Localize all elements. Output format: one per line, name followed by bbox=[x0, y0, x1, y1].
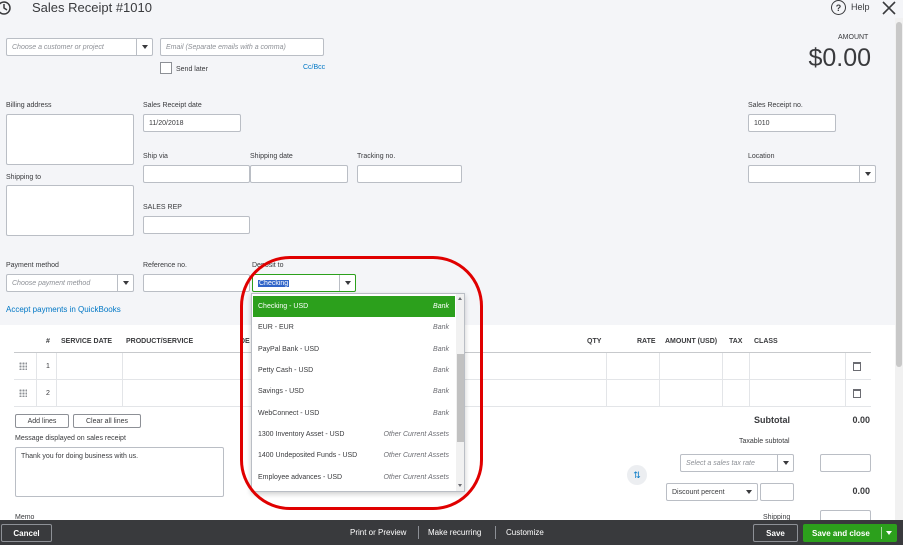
column-divider bbox=[722, 353, 723, 407]
reference-no-label: Reference no. bbox=[143, 262, 187, 269]
chevron-down-icon bbox=[136, 39, 152, 55]
location-select[interactable] bbox=[748, 165, 876, 183]
discount-type-select[interactable]: Discount percent bbox=[666, 483, 758, 501]
tax-rate-select[interactable]: Select a sales tax rate bbox=[680, 454, 794, 472]
taxable-subtotal-label: Taxable subtotal bbox=[739, 438, 790, 445]
accept-payments-link[interactable]: Accept payments in QuickBooks bbox=[6, 305, 121, 314]
receipt-no-label: Sales Receipt no. bbox=[748, 102, 803, 109]
col-tax: TAX bbox=[729, 338, 743, 345]
help-label[interactable]: Help bbox=[851, 2, 870, 12]
help-icon[interactable]: ? bbox=[831, 0, 846, 15]
shipping-date-input[interactable] bbox=[250, 165, 348, 183]
col-qty: QTY bbox=[587, 338, 602, 345]
customer-select[interactable]: Choose a customer or project bbox=[6, 38, 153, 56]
amount-label: AMOUNT bbox=[838, 34, 869, 41]
payment-method-label: Payment method bbox=[6, 262, 59, 269]
column-divider bbox=[122, 353, 123, 407]
col-rate: RATE bbox=[637, 338, 656, 345]
ship-via-label: Ship via bbox=[143, 153, 168, 160]
page-title: Sales Receipt #1010 bbox=[32, 0, 152, 15]
send-later-checkbox[interactable] bbox=[160, 62, 172, 74]
footer-divider bbox=[418, 526, 419, 539]
close-icon[interactable] bbox=[881, 0, 897, 16]
trash-icon[interactable] bbox=[853, 362, 861, 371]
add-lines-button[interactable]: Add lines bbox=[15, 414, 69, 428]
shipping-date-label: Shipping date bbox=[250, 153, 293, 160]
column-divider bbox=[845, 353, 846, 407]
col-product: PRODUCT/SERVICE bbox=[126, 338, 194, 345]
billing-address-label: Billing address bbox=[6, 102, 52, 109]
col-service-date: SERVICE DATE bbox=[61, 338, 113, 345]
col-class: CLASS bbox=[754, 338, 778, 345]
message-field[interactable]: Thank you for doing business with us. bbox=[15, 447, 224, 497]
clear-lines-button[interactable]: Clear all lines bbox=[73, 414, 141, 428]
message-label: Message displayed on sales receipt bbox=[15, 435, 126, 442]
column-divider bbox=[36, 353, 37, 407]
drag-handle-icon[interactable] bbox=[19, 389, 27, 397]
row-number: 2 bbox=[46, 390, 50, 397]
customize-link[interactable]: Customize bbox=[506, 520, 544, 545]
subtotal-value: 0.00 bbox=[852, 415, 870, 425]
footer-divider bbox=[495, 526, 496, 539]
location-label: Location bbox=[748, 153, 775, 160]
receipt-date-input[interactable]: 11/20/2018 bbox=[143, 114, 241, 132]
tax-amount-input[interactable] bbox=[820, 454, 871, 472]
column-divider bbox=[749, 353, 750, 407]
save-options-divider bbox=[881, 527, 882, 539]
save-and-close-button[interactable]: Save and close bbox=[803, 524, 897, 542]
cancel-button[interactable]: Cancel bbox=[1, 524, 52, 542]
highlight-circle bbox=[240, 256, 483, 510]
save-button[interactable]: Save bbox=[753, 524, 798, 542]
print-preview-link[interactable]: Print or Preview bbox=[350, 520, 406, 545]
page-scrollbar[interactable] bbox=[895, 18, 903, 520]
column-divider bbox=[659, 353, 660, 407]
shipping-to-field[interactable] bbox=[6, 185, 134, 236]
tracking-no-label: Tracking no. bbox=[357, 153, 396, 160]
chevron-down-icon bbox=[859, 166, 875, 182]
reference-no-input[interactable] bbox=[143, 274, 250, 292]
history-icon[interactable] bbox=[0, 0, 12, 16]
sales-rep-input[interactable] bbox=[143, 216, 250, 234]
shipping-to-label: Shipping to bbox=[6, 174, 42, 181]
trash-icon[interactable] bbox=[853, 389, 861, 398]
make-recurring-link[interactable]: Make recurring bbox=[428, 520, 481, 545]
chevron-down-icon bbox=[117, 275, 133, 291]
send-later-label: Send later bbox=[176, 66, 208, 73]
receipt-no-input[interactable]: 1010 bbox=[748, 114, 836, 132]
col-num: # bbox=[46, 338, 50, 345]
chevron-down-icon[interactable] bbox=[886, 531, 892, 535]
cc-bcc-link[interactable]: Cc/Bcc bbox=[303, 64, 325, 71]
swap-icon[interactable]: ⇅ bbox=[627, 465, 647, 485]
drag-handle-icon[interactable] bbox=[19, 362, 27, 370]
discount-input[interactable] bbox=[760, 483, 794, 501]
chevron-down-icon bbox=[777, 455, 793, 471]
billing-address-field[interactable] bbox=[6, 114, 134, 165]
payment-method-select[interactable]: Choose payment method bbox=[6, 274, 134, 292]
row-number: 1 bbox=[46, 363, 50, 370]
tracking-no-input[interactable] bbox=[357, 165, 462, 183]
discount-value: 0.00 bbox=[852, 486, 870, 496]
email-field[interactable]: Email (Separate emails with a comma) bbox=[160, 38, 324, 56]
chevron-down-icon bbox=[741, 484, 757, 500]
subtotal-label: Subtotal bbox=[754, 415, 790, 425]
column-divider bbox=[56, 353, 57, 407]
amount-value: $0.00 bbox=[808, 44, 871, 72]
ship-via-input[interactable] bbox=[143, 165, 250, 183]
sales-rep-label: SALES REP bbox=[143, 204, 182, 211]
column-divider bbox=[606, 353, 607, 407]
receipt-date-label: Sales Receipt date bbox=[143, 102, 202, 109]
col-amount: AMOUNT (USD) bbox=[665, 338, 718, 345]
page-scroll-thumb[interactable] bbox=[896, 22, 902, 367]
